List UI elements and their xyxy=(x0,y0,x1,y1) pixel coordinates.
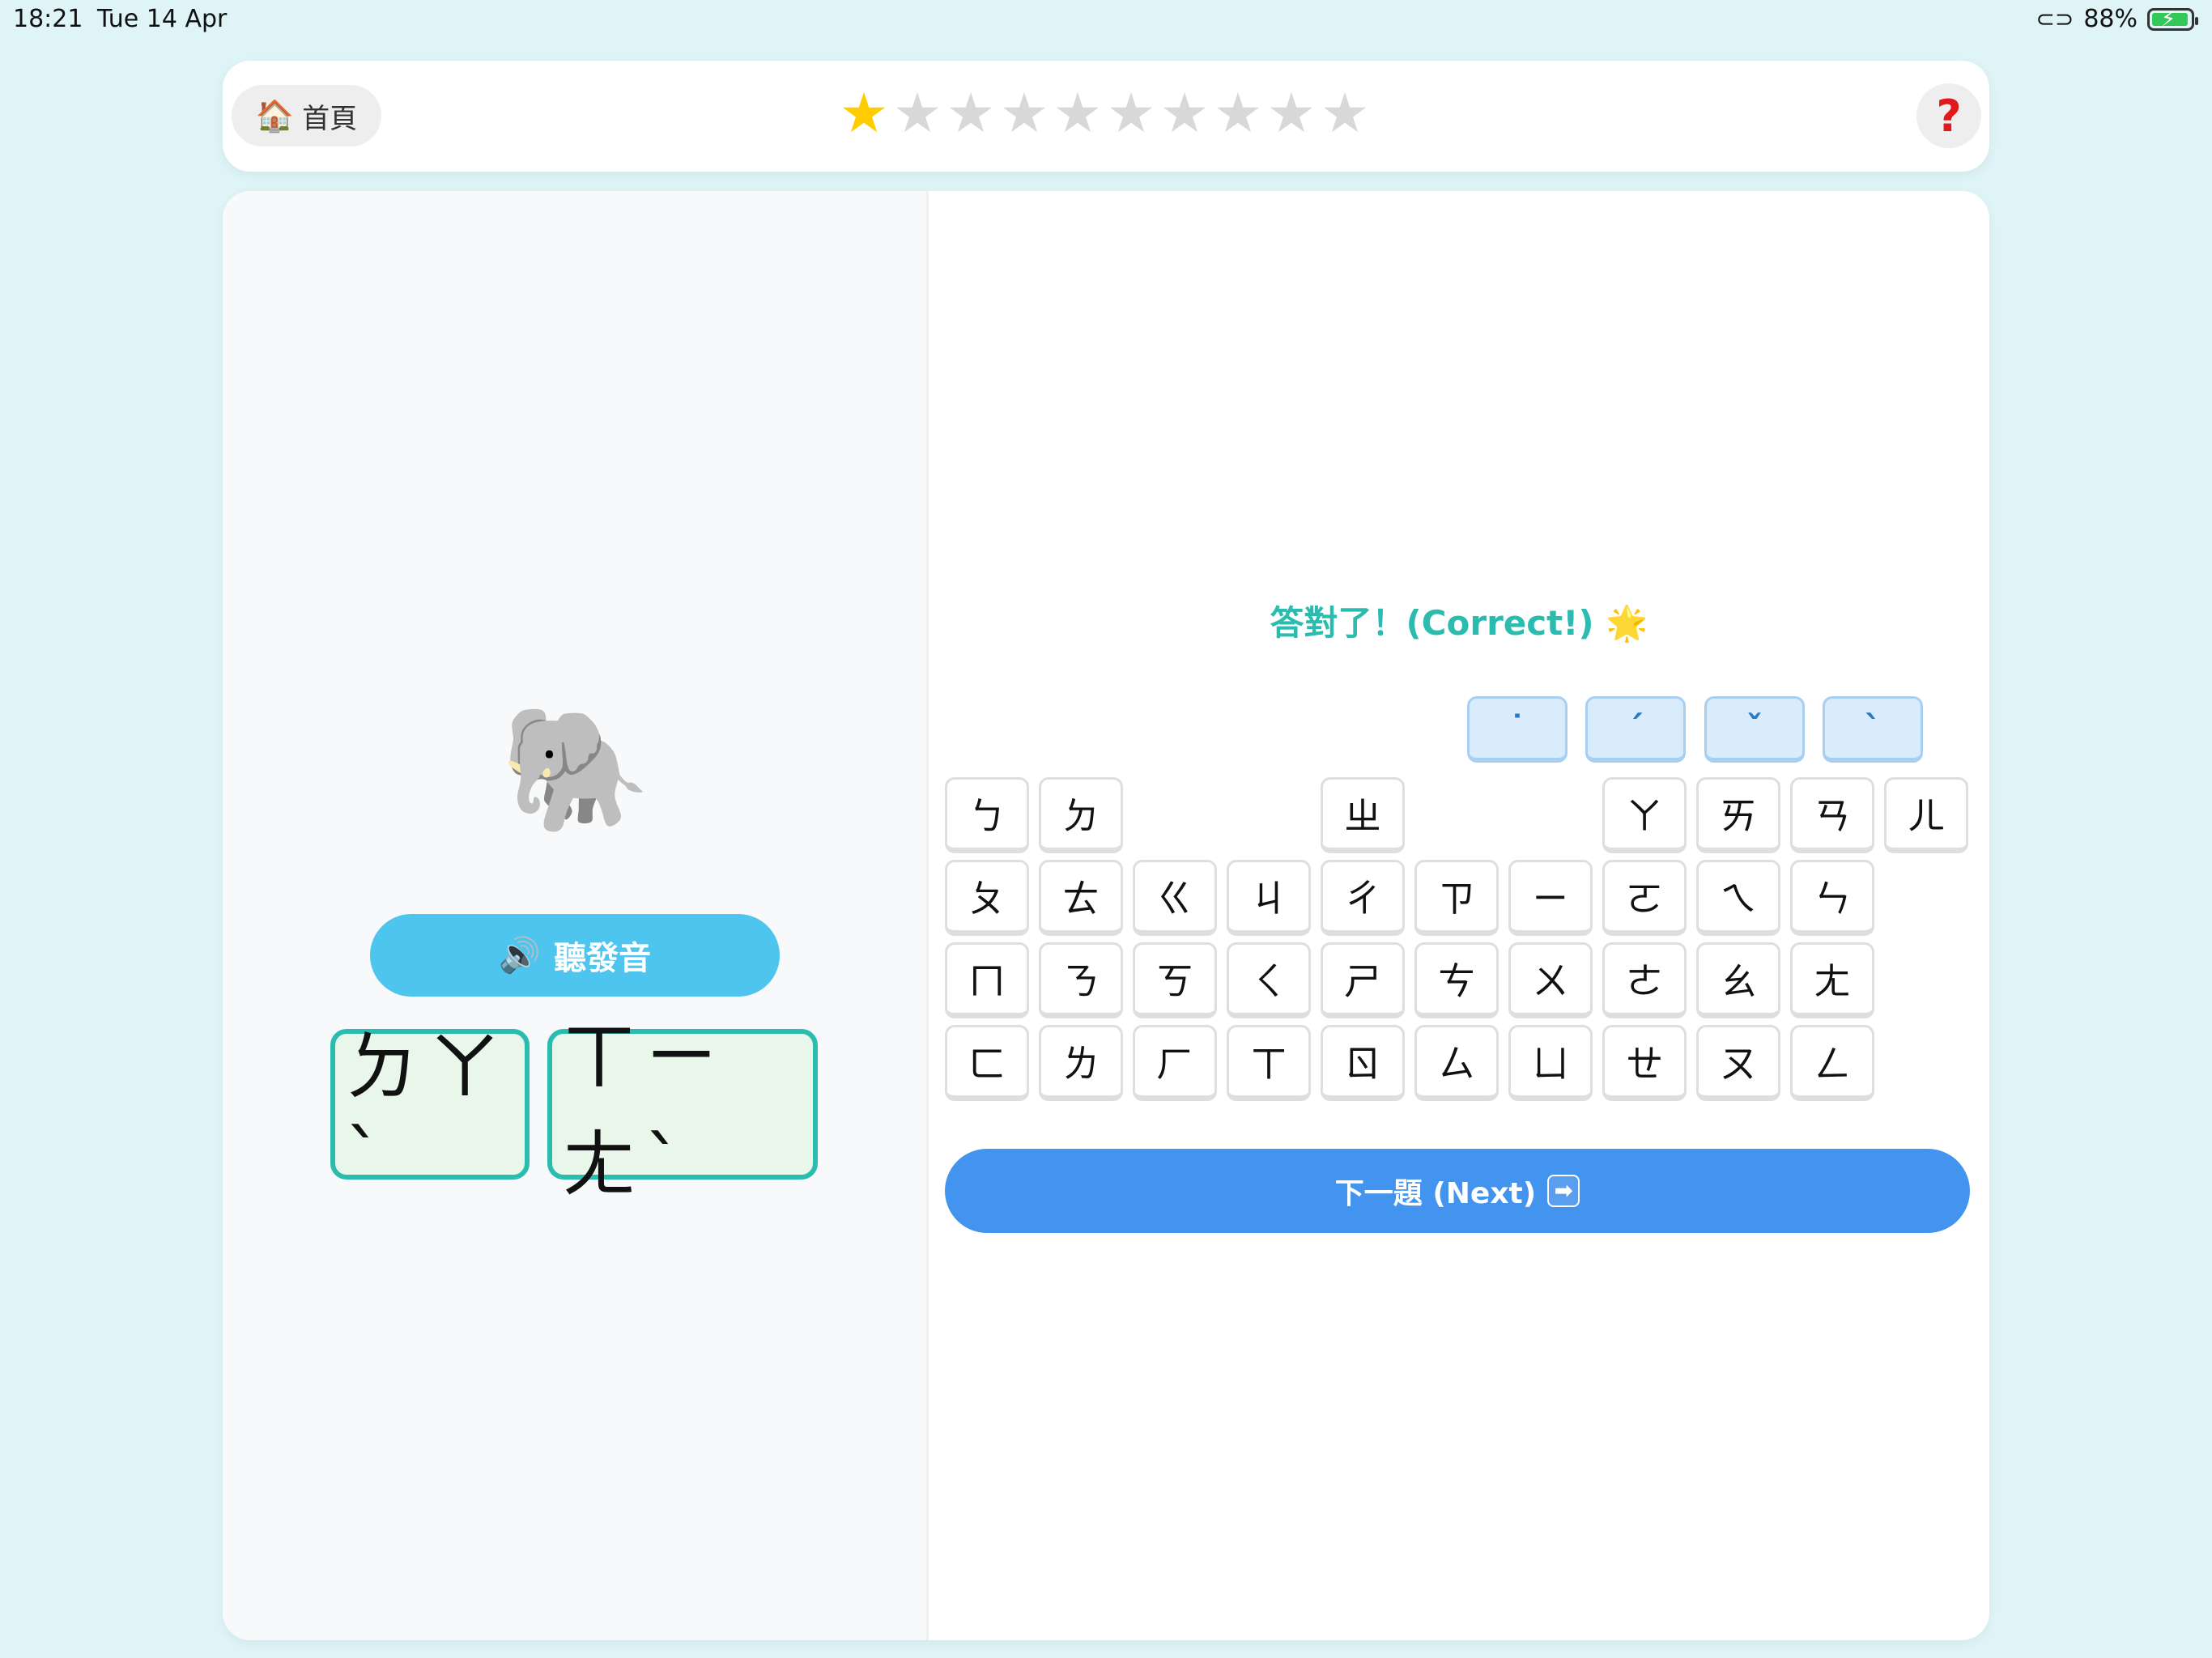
answer-syllable-1: ㄉㄚˋ xyxy=(330,1024,530,1201)
speaker-icon: 🔊 xyxy=(498,935,542,975)
status-bar: 18:21 Tue 14 Apr ⊂⊃ 88% ⚡ xyxy=(0,0,2212,40)
bopomofo-key[interactable]: ㄅ xyxy=(945,777,1029,853)
bopomofo-key[interactable]: ㄤ xyxy=(1790,942,1874,1018)
star-empty-icon: ★ xyxy=(1266,82,1320,146)
star-empty-icon: ★ xyxy=(1053,82,1106,146)
bopomofo-key[interactable]: ㄆ xyxy=(945,860,1029,936)
bopomofo-key[interactable]: ㄉ xyxy=(1039,777,1123,853)
main-card: 🐘 🔊 聽發音 ㄉㄚˋ ㄒㄧㄤˋ 答對了！(Correct!) 🌟 ˙ ˊ ˇ … xyxy=(223,191,1989,1640)
star-empty-icon: ★ xyxy=(1106,82,1159,146)
bopomofo-key[interactable]: ㄊ xyxy=(1039,860,1123,936)
status-indicators: ⊂⊃ 88% ⚡ xyxy=(2035,5,2198,33)
listen-button[interactable]: 🔊 聽發音 xyxy=(370,914,780,997)
feedback-message: 答對了！(Correct!) 🌟 xyxy=(1270,603,1648,643)
star-progress: ★★★★★★★★★★ xyxy=(223,82,1989,146)
star-empty-icon: ★ xyxy=(1320,82,1373,146)
bopomofo-key[interactable]: ㄝ xyxy=(1602,1025,1687,1101)
next-button[interactable]: 下一題 (Next) ➡ xyxy=(945,1149,1970,1233)
bopomofo-key[interactable]: ㄚ xyxy=(1602,777,1687,853)
star-empty-icon: ★ xyxy=(946,82,999,146)
status-date: Tue 14 Apr xyxy=(97,5,228,33)
bopomofo-key[interactable]: ㄨ xyxy=(1508,942,1593,1018)
bopomofo-key[interactable]: ㄥ xyxy=(1790,1025,1874,1101)
battery-charging-icon: ⚡ xyxy=(2147,7,2198,32)
star-filled-icon: ★ xyxy=(839,82,892,146)
bopomofo-key[interactable]: ㄗ xyxy=(1414,860,1499,936)
listen-label: 聽發音 xyxy=(554,940,652,977)
keyboard-panel: 答對了！(Correct!) 🌟 ˙ ˊ ˇ ˋ ⌫ 下一題 (Next) ➡ … xyxy=(929,191,1989,1640)
bopomofo-key[interactable]: ㄣ xyxy=(1790,860,1874,936)
tone-key-second[interactable]: ˊ xyxy=(1585,696,1686,763)
star-empty-icon: ★ xyxy=(1213,82,1266,146)
elephant-icon: 🐘 xyxy=(500,699,652,840)
bopomofo-key[interactable]: ㄎ xyxy=(1133,942,1217,1018)
answer-row: ㄉㄚˋ ㄒㄧㄤˋ xyxy=(330,1014,818,1208)
status-time: 18:21 xyxy=(13,5,83,33)
bopomofo-key[interactable]: ㄡ xyxy=(1696,1025,1780,1101)
bopomofo-key[interactable]: ㄠ xyxy=(1696,942,1780,1018)
bopomofo-key[interactable]: ㄜ xyxy=(1602,942,1687,1018)
bopomofo-key[interactable]: ㄕ xyxy=(1321,942,1405,1018)
bopomofo-key[interactable]: ㄙ xyxy=(1414,1025,1499,1101)
battery-percent: 88% xyxy=(2083,5,2138,33)
question-panel: 🐘 🔊 聽發音 ㄉㄚˋ ㄒㄧㄤˋ xyxy=(223,191,929,1640)
top-bar: 🏠 首頁 ★★★★★★★★★★ ? xyxy=(223,61,1989,172)
bopomofo-key[interactable]: ㄑ xyxy=(1227,942,1311,1018)
tone-key-fourth[interactable]: ˋ xyxy=(1823,696,1923,763)
bopomofo-key[interactable]: ㄒ xyxy=(1227,1025,1311,1101)
star-empty-icon: ★ xyxy=(999,82,1053,146)
bopomofo-key[interactable]: ㄍ xyxy=(1133,860,1217,936)
tone-key-neutral[interactable]: ˙ xyxy=(1467,696,1568,763)
star-empty-icon: ★ xyxy=(892,82,946,146)
bopomofo-key[interactable]: ㄔ xyxy=(1321,860,1405,936)
bopomofo-key[interactable]: ㄟ xyxy=(1696,860,1780,936)
bopomofo-key[interactable]: ㄏ xyxy=(1133,1025,1217,1101)
bopomofo-key[interactable]: ㄛ xyxy=(1602,860,1687,936)
bopomofo-key[interactable]: ㄧ xyxy=(1508,860,1593,936)
bopomofo-key[interactable]: ㄇ xyxy=(945,942,1029,1018)
bopomofo-key[interactable]: ㄩ xyxy=(1508,1025,1593,1101)
bopomofo-key[interactable]: ㄈ xyxy=(945,1025,1029,1101)
bopomofo-key[interactable]: ㄋ xyxy=(1039,942,1123,1018)
star-empty-icon: ★ xyxy=(1159,82,1213,146)
bopomofo-key[interactable]: ㄢ xyxy=(1790,777,1874,853)
bopomofo-key[interactable]: ㄞ xyxy=(1696,777,1780,853)
bopomofo-key[interactable]: ㄌ xyxy=(1039,1025,1123,1101)
bopomofo-key[interactable]: ㄘ xyxy=(1414,942,1499,1018)
tone-key-third[interactable]: ˇ xyxy=(1704,696,1805,763)
bopomofo-key[interactable]: ㄓ xyxy=(1321,777,1405,853)
bopomofo-key[interactable]: ㄖ xyxy=(1321,1025,1405,1101)
bopomofo-key[interactable]: ㄦ xyxy=(1884,777,1968,853)
help-button[interactable]: ? xyxy=(1916,83,1981,148)
link-icon: ⊂⊃ xyxy=(2035,6,2074,32)
arrow-right-icon: ➡ xyxy=(1547,1175,1580,1207)
bopomofo-key[interactable]: ㄐ xyxy=(1227,860,1311,936)
answer-syllable-2: ㄒㄧㄤˋ xyxy=(547,1014,818,1208)
next-label: 下一題 (Next) xyxy=(1334,1177,1537,1210)
